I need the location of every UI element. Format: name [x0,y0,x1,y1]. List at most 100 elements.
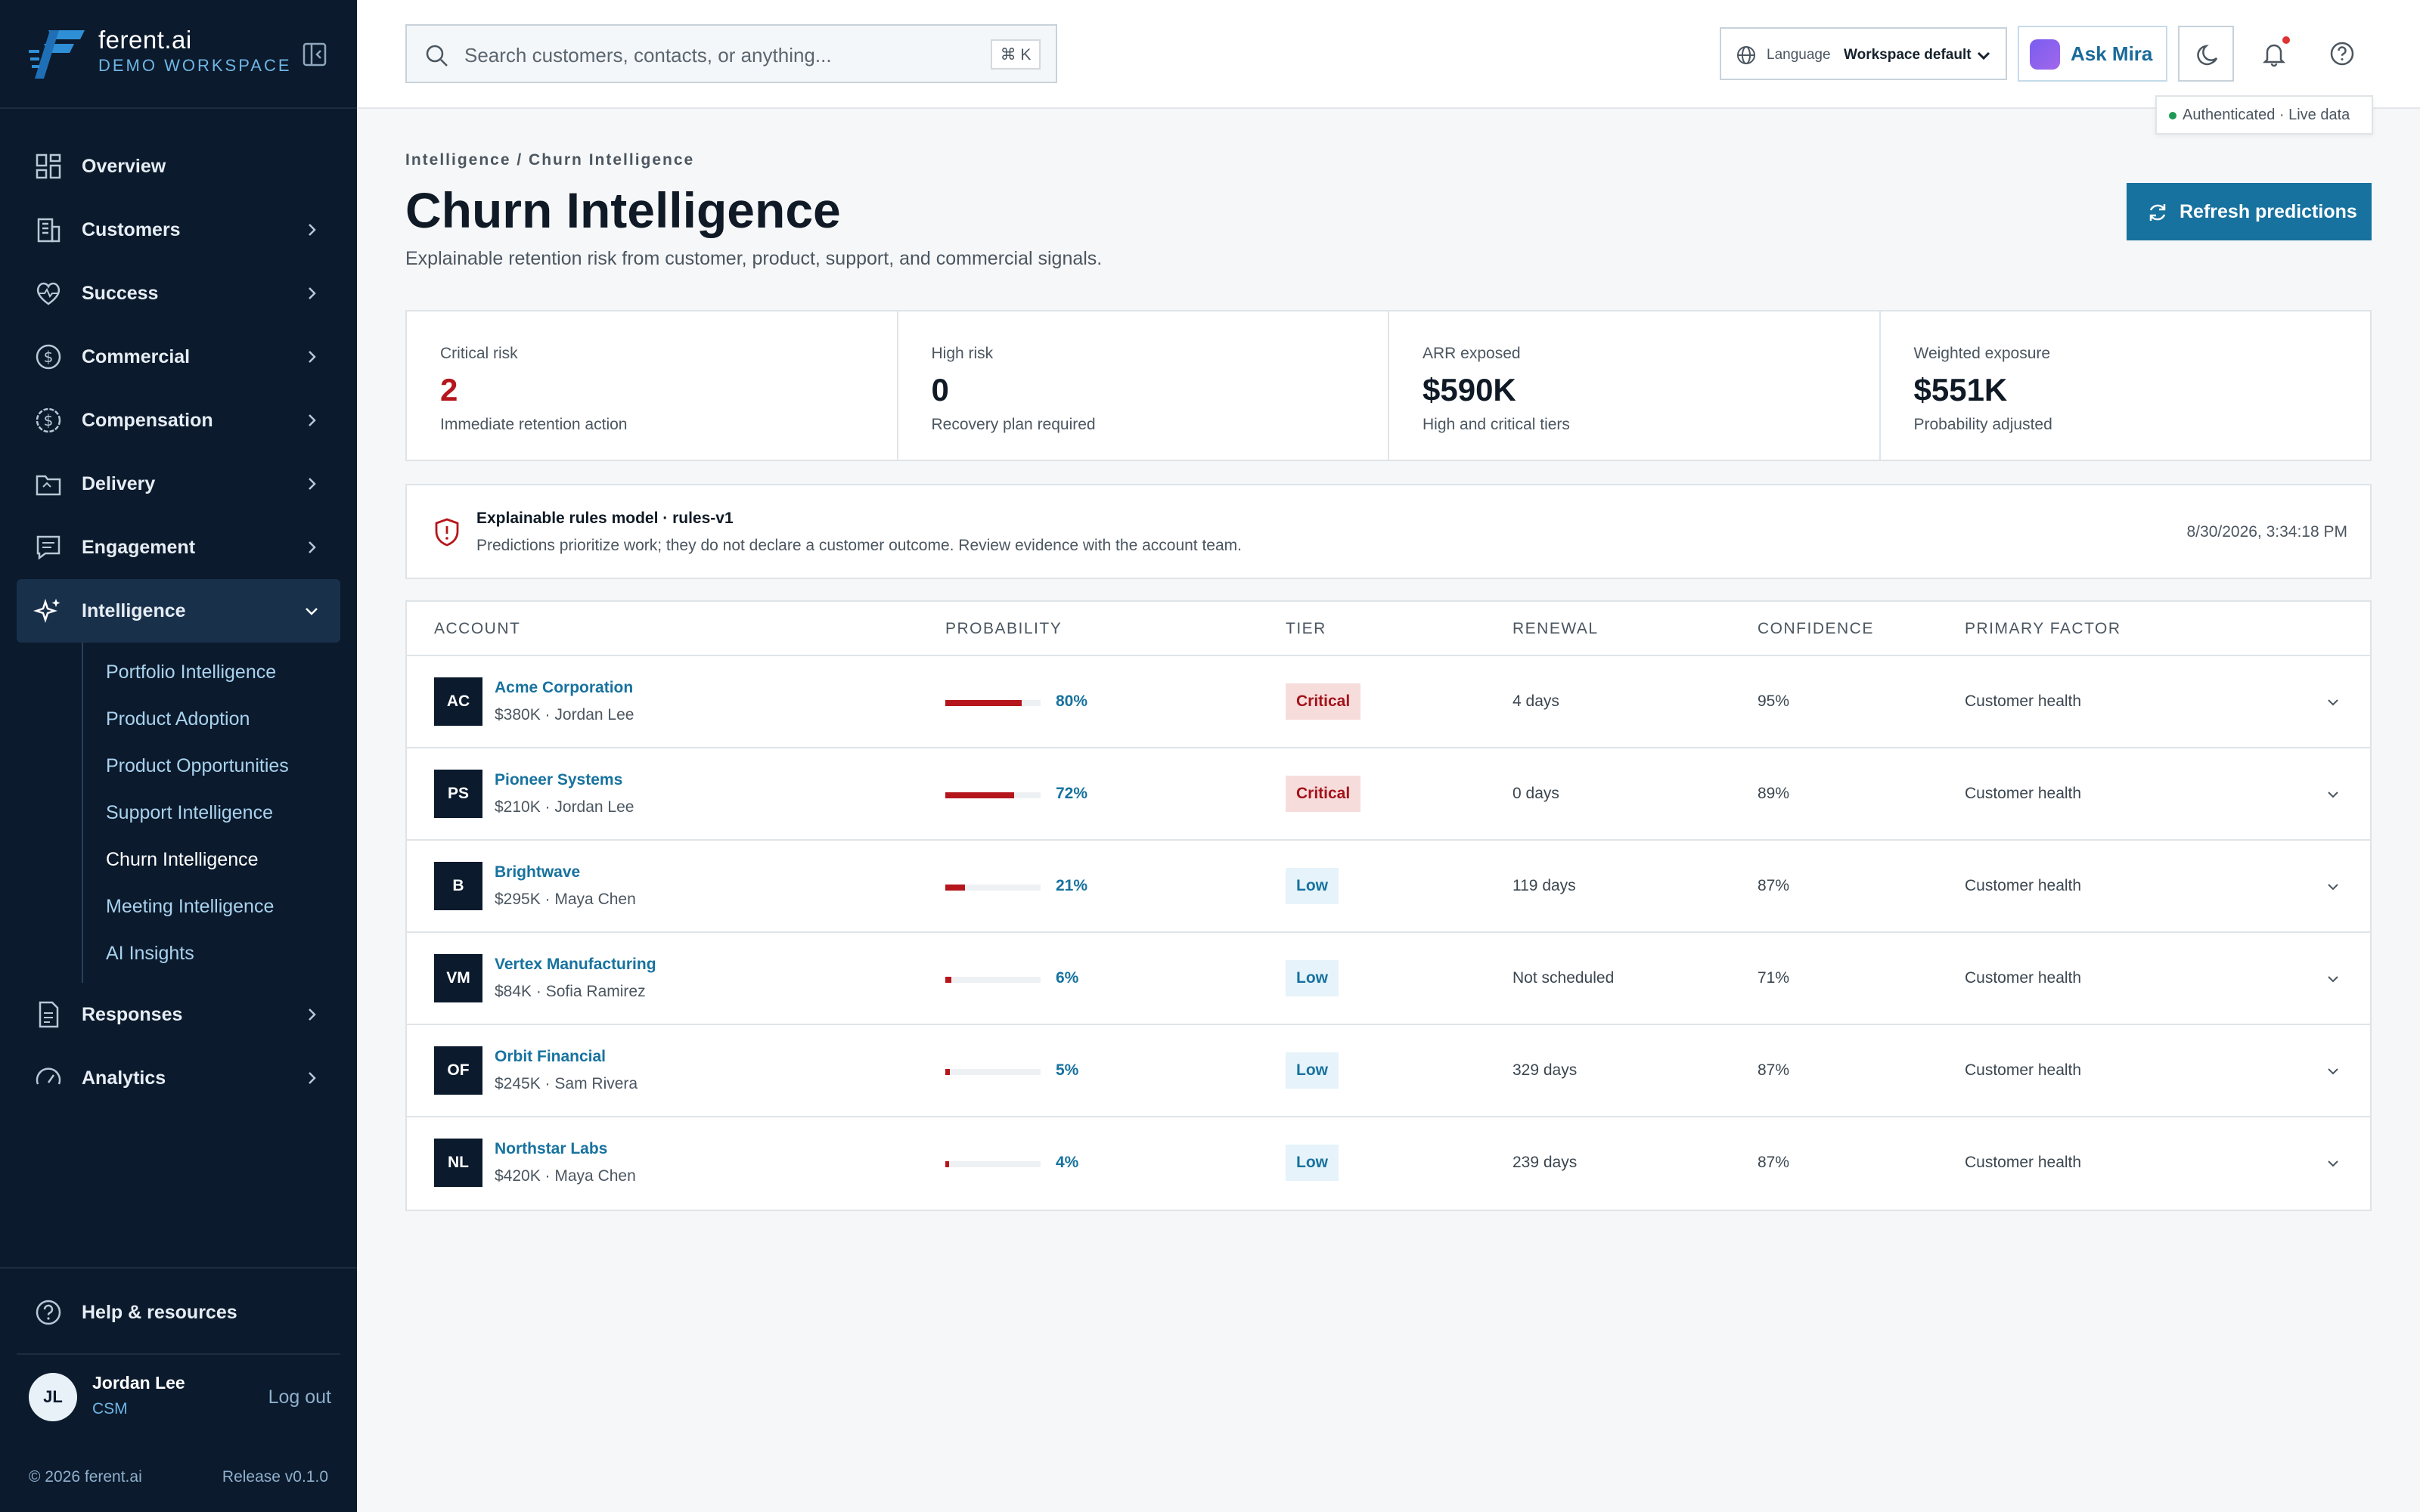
sidebar-item-compensation[interactable]: $ Compensation [17,389,340,452]
sidebar-subitem-product-opportunities[interactable]: Product Opportunities [83,742,340,789]
expand-row-chevron-icon[interactable] [2325,1063,2341,1080]
table-row[interactable]: OF Orbit Financial $245K · Sam Rivera 5%… [407,1025,2370,1117]
primary-factor-cell: Customer health [1965,785,2082,802]
account-badge: B [434,862,482,910]
global-search[interactable]: Search customers, contacts, or anything.… [405,24,1057,83]
sidebar-item-delivery[interactable]: Delivery [17,452,340,516]
avatar[interactable]: JL [29,1373,77,1421]
renewal-cell: 119 days [1512,877,1576,894]
table-row[interactable]: NL Northstar Labs $420K · Maya Chen 4% L… [407,1117,2370,1210]
confidence-cell: 87% [1758,1061,1790,1079]
sidebar-subitem-ai-insights[interactable]: AI Insights [83,930,340,977]
notice-text: Predictions prioritize work; they do not… [476,537,1242,554]
theme-toggle-button[interactable] [2178,26,2234,82]
probability-value: 4% [1056,1154,1079,1171]
logout-button[interactable]: Log out [268,1387,331,1408]
sidebar-subitem-churn-intelligence[interactable]: Churn Intelligence [83,836,340,883]
column-header-renewal: RENEWAL [1512,620,1599,637]
folder-icon [36,475,61,496]
expand-row-chevron-icon[interactable] [2325,786,2341,803]
chevron-right-icon [309,287,316,299]
account-name-link[interactable]: Pioneer Systems [495,771,622,789]
grid-icon [36,153,61,179]
column-header-tier: TIER [1286,620,1326,637]
expand-row-chevron-icon[interactable] [2325,694,2341,711]
svg-text:$: $ [44,411,54,429]
help-resources-link[interactable]: Help & resources [33,1294,336,1331]
kpi-label: Critical risk [440,345,518,362]
help-circle-icon [2330,42,2354,66]
sidebar-item-analytics[interactable]: Analytics [17,1046,340,1110]
sidebar-item-engagement[interactable]: Engagement [17,516,340,579]
account-meta: $380K · Jordan Lee [495,706,634,723]
column-header-account: ACCOUNT [434,620,521,637]
svg-text:$: $ [44,348,54,366]
release-version: Release v0.1.0 [222,1468,328,1486]
churn-table: ACCOUNT PROBABILITY TIER RENEWAL CONFIDE… [405,600,2372,1211]
expand-row-chevron-icon[interactable] [2325,878,2341,895]
file-text-icon [39,1001,59,1028]
table-row[interactable]: PS Pioneer Systems $210K · Jordan Lee 72… [407,748,2370,841]
sidebar-subitem-support-intelligence[interactable]: Support Intelligence [83,789,340,836]
chevron-right-icon [309,541,316,553]
workspace-name: DEMO WORKSPACE [98,56,292,75]
account-meta: $210K · Jordan Lee [495,798,634,816]
sidebar-subitem-meeting-intelligence[interactable]: Meeting Intelligence [83,883,340,930]
sidebar-subitem-product-adoption[interactable]: Product Adoption [83,696,340,742]
account-name-link[interactable]: Acme Corporation [495,679,633,697]
sidebar-item-overview[interactable]: Overview [17,135,340,198]
probability-value: 5% [1056,1061,1079,1079]
sidebar-item-label: Intelligence [82,600,186,621]
brand[interactable]: ferent.ai DEMO WORKSPACE [29,23,331,83]
account-name-link[interactable]: Brightwave [495,863,580,881]
page-title: Churn Intelligence [405,182,841,238]
table-row[interactable]: B Brightwave $295K · Maya Chen 21% Low 1… [407,841,2370,933]
table-row[interactable]: AC Acme Corporation $380K · Jordan Lee 8… [407,656,2370,748]
account-name-link[interactable]: Vertex Manufacturing [495,956,656,974]
help-button[interactable] [2314,26,2370,82]
sidebar-item-commercial[interactable]: $ Commercial [17,325,340,389]
account-badge: NL [434,1139,482,1187]
copyright: © 2026 ferent.ai [29,1468,142,1486]
refresh-label: Refresh predictions [2180,200,2357,222]
tier-badge: Low [1286,960,1339,996]
help-label: Help & resources [82,1302,237,1323]
ask-mira-button[interactable]: Ask Mira [2018,26,2167,82]
sidebar-collapse-icon [302,42,327,67]
divider [0,107,357,109]
chevron-right-icon [309,224,316,236]
expand-row-chevron-icon[interactable] [2325,971,2341,987]
chevron-right-icon [309,414,316,426]
sidebar-item-intelligence[interactable]: Intelligence [17,579,340,643]
kpi-subtext: High and critical tiers [1423,416,1570,433]
account-name-link[interactable]: Orbit Financial [495,1048,606,1066]
probability-bar-fill [945,700,1022,706]
sidebar-subitem-portfolio-intelligence[interactable]: Portfolio Intelligence [83,649,340,696]
sidebar-item-label: Engagement [82,536,196,558]
sidebar-item-label: Analytics [82,1067,166,1089]
expand-row-chevron-icon[interactable] [2325,1155,2341,1172]
kpi-subtext: Recovery plan required [931,416,1096,433]
kpi-label: ARR exposed [1423,345,1521,362]
table-row[interactable]: VM Vertex Manufacturing $84K · Sofia Ram… [407,933,2370,1025]
kpi-value: 2 [440,372,458,407]
kpi-arr-exposed: ARR exposed $590K High and critical tier… [1389,311,1881,460]
sidebar-item-success[interactable]: Success [17,262,340,325]
shield-alert-icon [435,518,459,547]
refresh-predictions-button[interactable]: Refresh predictions [2127,183,2372,240]
notifications-button[interactable] [2246,26,2302,82]
sidebar-item-responses[interactable]: Responses [17,983,340,1046]
sidebar-item-label: Delivery [82,472,156,494]
primary-factor-cell: Customer health [1965,1154,2082,1171]
sidebar-item-customers[interactable]: Customers [17,198,340,262]
search-input[interactable]: Search customers, contacts, or anything.… [464,44,832,67]
kpi-subtext: Immediate retention action [440,416,628,433]
account-name-link[interactable]: Northstar Labs [495,1140,607,1158]
language-select[interactable]: Language Workspace default [1720,27,2007,80]
account-meta: $420K · Maya Chen [495,1167,636,1185]
sidebar-item-label: Commercial [82,345,191,367]
probability-bar [945,885,1041,891]
collapse-sidebar-button[interactable] [299,41,330,68]
sidebar-item-label: Success [82,282,159,304]
account-badge: PS [434,770,482,818]
